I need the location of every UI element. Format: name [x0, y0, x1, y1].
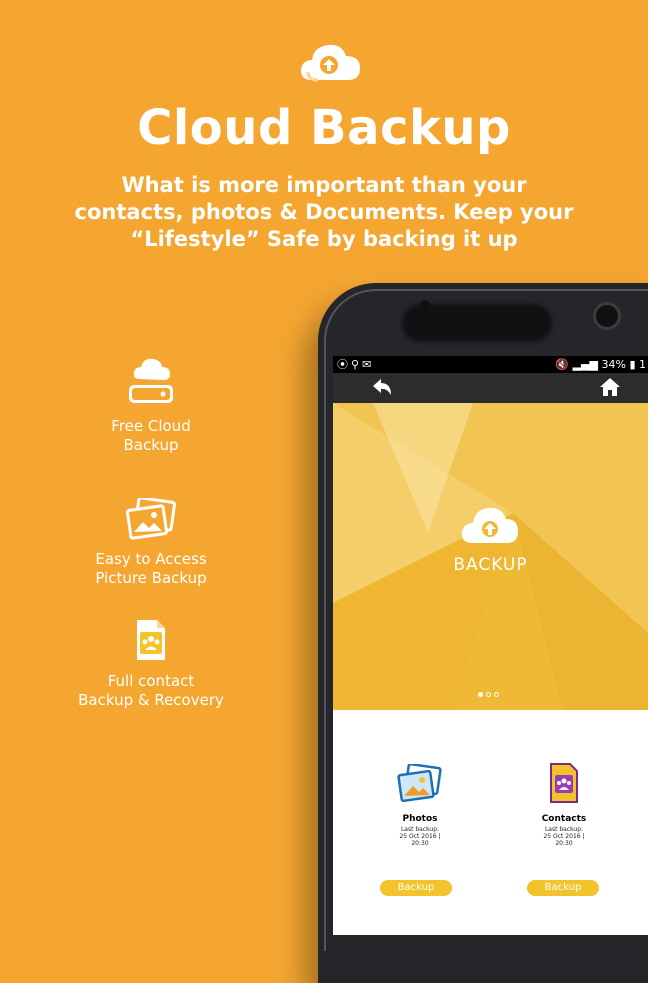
status-trailing: 1: [639, 358, 646, 371]
photos-icon: [397, 762, 442, 803]
carousel-dot[interactable]: [494, 692, 499, 697]
phone-screen: ⦿ ⚲ ✉ 🔇 ▂▄▆ 34% ▮ 1 BACKUP Photos Last b…: [333, 356, 648, 935]
page-title: Cloud Backup: [137, 100, 511, 156]
home-icon[interactable]: [599, 376, 621, 398]
status-bar: ⦿ ⚲ ✉ 🔇 ▂▄▆ 34% ▮ 1: [333, 356, 648, 373]
contacts-file-icon: [137, 620, 165, 660]
cloud-drive-icon: [129, 358, 173, 403]
feature-label: Backup & Recovery: [78, 691, 224, 709]
back-arrow-icon[interactable]: [371, 377, 393, 397]
mail-icon: ✉: [362, 358, 372, 371]
feature-label: Free Cloud: [111, 417, 191, 435]
hero-banner: BACKUP: [333, 403, 648, 710]
meta-line: Last backup:: [544, 826, 584, 833]
meta-line: 20:30: [411, 840, 429, 847]
feature-label: Picture Backup: [95, 569, 207, 587]
feature-label: Backup: [123, 436, 179, 454]
battery-icon: ▮: [629, 358, 636, 371]
phone-sensor: [420, 300, 430, 310]
mute-icon: 🔇: [555, 358, 570, 371]
photos-card: Photos Last backup: 25 Oct 2016 | 20:30: [365, 762, 475, 847]
photos-backup-button[interactable]: Backup: [380, 880, 452, 896]
meta-line: 25 Oct 2016 |: [399, 833, 441, 840]
battery-percent: 34%: [601, 358, 626, 371]
app-notification-icon: ⦿: [337, 358, 348, 371]
subtitle-line: What is more important than your: [121, 173, 527, 197]
feature-picture-backup: Easy to Access Picture Backup: [56, 498, 246, 588]
card-title: Contacts: [541, 814, 587, 824]
meta-line: Last backup:: [400, 826, 440, 833]
contacts-backup-button[interactable]: Backup: [527, 880, 599, 896]
hero-label: BACKUP: [453, 555, 528, 575]
contacts-icon: [550, 763, 578, 803]
app-bar: [333, 373, 648, 403]
pictures-icon: [125, 498, 177, 540]
meta-line: 25 Oct 2016 |: [543, 833, 585, 840]
search-icon: ⚲: [351, 358, 360, 371]
card-title: Photos: [402, 814, 438, 824]
carousel-dot[interactable]: [486, 692, 491, 697]
feature-contact-backup: Full contact Backup & Recovery: [56, 618, 246, 710]
last-backup-info: Last backup: 25 Oct 2016 | 20:30: [365, 826, 475, 847]
cloud-upload-icon: [300, 44, 360, 82]
signal-icon: ▂▄▆: [572, 358, 598, 371]
carousel-dot[interactable]: [478, 692, 483, 697]
feature-free-cloud-backup: Free Cloud Backup: [56, 355, 246, 455]
phone-camera: [593, 302, 621, 330]
feature-label: Easy to Access: [95, 550, 207, 568]
page-subtitle: What is more important than your contact…: [40, 172, 608, 253]
subtitle-line: contacts, photos & Documents. Keep your: [74, 200, 574, 224]
meta-line: 20:30: [555, 840, 573, 847]
subtitle-line: “Lifestyle” Safe by backing it up: [130, 227, 518, 251]
carousel-indicator: [478, 692, 499, 697]
last-backup-info: Last backup: 25 Oct 2016 | 20:30: [509, 826, 619, 847]
feature-label: Full contact: [107, 672, 195, 690]
contacts-card: Contacts Last backup: 25 Oct 2016 | 20:3…: [509, 762, 619, 847]
cloud-upload-icon: [461, 507, 518, 543]
